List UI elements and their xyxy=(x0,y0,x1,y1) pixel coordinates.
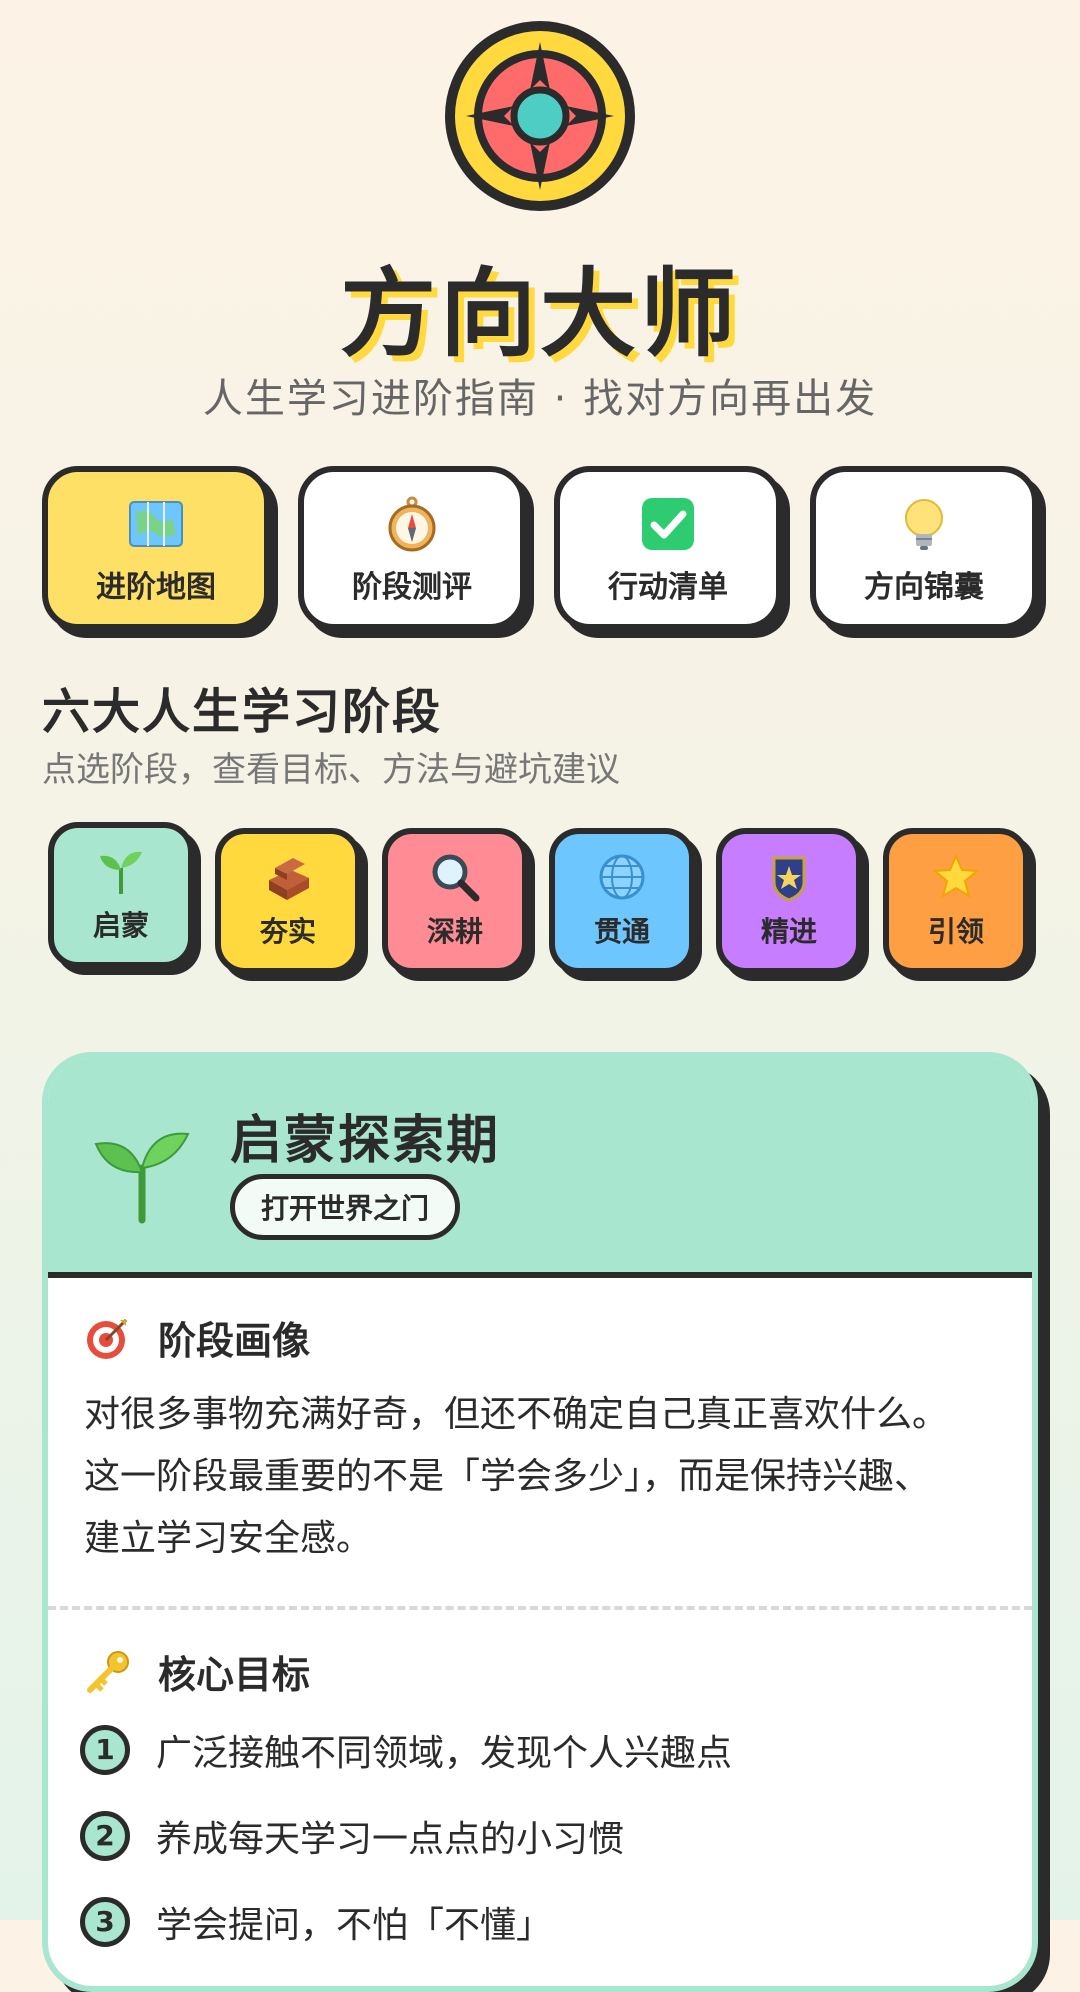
goals-title: 核心目标 xyxy=(158,1653,311,1697)
goal-item: 2 养成每天学习一点点的小习惯 xyxy=(80,1810,624,1862)
stage-enlightenment[interactable]: 启蒙 xyxy=(48,822,194,968)
stage-refinement[interactable]: 精进 xyxy=(716,828,862,974)
bricks-icon xyxy=(269,858,309,900)
tab-progress-map[interactable]: 进阶地图 xyxy=(42,466,270,630)
stage-selector: 启蒙 夯实 深耕 贯通 精进 引领 xyxy=(48,822,1038,982)
seedling-icon xyxy=(100,851,142,894)
lightbulb-icon xyxy=(905,499,943,550)
goal-item: 1 广泛接触不同领域，发现个人兴趣点 xyxy=(80,1724,732,1776)
stage-integration[interactable]: 贯通 xyxy=(549,828,695,974)
tab-label: 行动清单 xyxy=(608,570,728,605)
tab-stage-assessment[interactable]: 阶段测评 xyxy=(298,466,526,630)
goal-number: 1 xyxy=(80,1725,130,1775)
portrait-line: 对很多事物充满好奇，但还不确定自己真正喜欢什么。 xyxy=(84,1394,949,1435)
tab-direction-tips[interactable]: 方向锦囊 xyxy=(810,466,1038,630)
seedling-icon xyxy=(94,1132,190,1224)
tab-label: 方向锦囊 xyxy=(864,570,984,605)
goal-text: 广泛接触不同领域，发现个人兴趣点 xyxy=(156,1733,733,1774)
stage-detail-card: 启蒙探索期 打开世界之门 阶段画像 对很多事物充满好奇，但还不确定自己真正喜欢什… xyxy=(42,1052,1038,1992)
card-badge: 打开世界之门 xyxy=(230,1174,461,1240)
stage-label: 引领 xyxy=(927,915,984,948)
section-title: 六大人生学习阶段 xyxy=(42,684,443,740)
stage-leadership[interactable]: 引领 xyxy=(883,828,1029,974)
stage-label: 夯实 xyxy=(259,915,316,948)
card-title: 启蒙探索期 xyxy=(230,1111,501,1171)
magnifier-icon xyxy=(432,854,480,902)
goals-heading: 核心目标 xyxy=(84,1644,310,1699)
goal-item: 3 学会提问，不怕「不懂」 xyxy=(80,1896,552,1948)
badge-icon xyxy=(772,856,806,902)
stage-label: 深耕 xyxy=(426,915,483,948)
portrait-description: 对很多事物充满好奇，但还不确定自己真正喜欢什么。 这一阶段最重要的不是「学会多少… xyxy=(84,1384,984,1570)
tab-label: 阶段测评 xyxy=(352,570,472,605)
section-divider xyxy=(48,1606,1032,1610)
stage-label: 贯通 xyxy=(593,915,650,948)
portrait-line: 建立学习安全感。 xyxy=(84,1518,373,1559)
compass-icon xyxy=(388,496,436,552)
stage-foundation[interactable]: 夯实 xyxy=(215,828,361,974)
map-icon xyxy=(129,501,183,547)
compass-logo-icon xyxy=(445,21,635,211)
section-subtitle: 点选阶段，查看目标、方法与避坑建议 xyxy=(42,750,620,790)
portrait-heading: 阶段画像 xyxy=(84,1310,310,1365)
globe-icon xyxy=(599,854,645,900)
checkmark-icon xyxy=(642,498,694,550)
portrait-line: 这一阶段最重要的不是「学会多少」，而是保持兴趣、 xyxy=(84,1456,931,1497)
target-icon xyxy=(87,1318,128,1359)
tab-label: 进阶地图 xyxy=(96,570,216,605)
star-icon xyxy=(932,853,980,899)
app-subtitle: 人生学习进阶指南 · 找对方向再出发 xyxy=(202,376,878,422)
key-icon xyxy=(87,1650,129,1693)
stage-deep-cultivation[interactable]: 深耕 xyxy=(382,828,528,974)
goal-text: 养成每天学习一点点的小习惯 xyxy=(156,1819,625,1860)
stage-label: 精进 xyxy=(760,915,817,948)
goal-text: 学会提问，不怕「不懂」 xyxy=(156,1905,553,1946)
goal-number: 3 xyxy=(80,1897,130,1947)
tab-action-list[interactable]: 行动清单 xyxy=(554,466,782,630)
app-title: 方向大师 xyxy=(340,258,740,370)
stage-label: 启蒙 xyxy=(92,909,149,942)
portrait-title: 阶段画像 xyxy=(158,1319,311,1363)
goal-number: 2 xyxy=(80,1811,130,1861)
main-tabs: 进阶地图 阶段测评 行动清单 方向锦囊 xyxy=(42,466,1042,638)
card-header: 启蒙探索期 打开世界之门 xyxy=(48,1058,1032,1278)
